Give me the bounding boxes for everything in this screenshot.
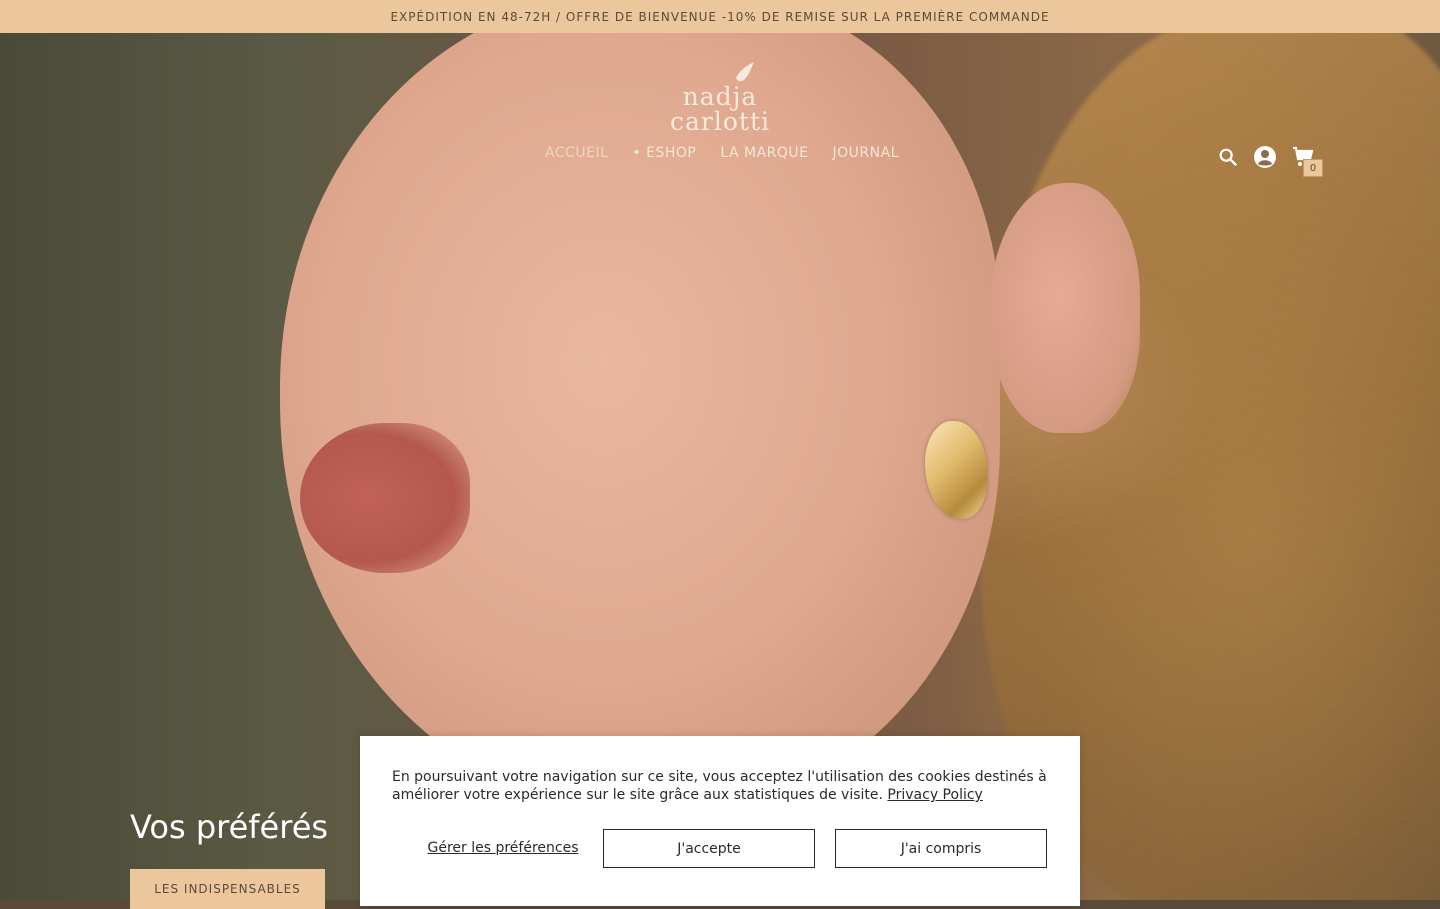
hero-ear — [990, 183, 1140, 433]
cookie-message: En poursuivant votre navigation sur ce s… — [392, 768, 1052, 804]
nav-accueil[interactable]: ACCUEIL — [545, 145, 608, 161]
understood-button[interactable]: J'ai compris — [835, 829, 1047, 868]
search-icon[interactable] — [1217, 146, 1239, 168]
nav-journal[interactable]: JOURNAL — [833, 145, 899, 161]
bird-icon — [736, 62, 754, 82]
brand-logo[interactable]: nadja carlotti — [640, 60, 800, 134]
hero-cta-button[interactable]: LES INDISPENSABLES — [130, 869, 325, 909]
cart-button[interactable]: 0 — [1291, 145, 1323, 177]
announcement-bar: EXPÉDITION EN 48-72H / OFFRE DE BIENVENU… — [0, 0, 1440, 33]
brand-line1: nadja — [682, 82, 758, 111]
nav-la-marque[interactable]: LA MARQUE — [720, 145, 808, 161]
privacy-policy-link[interactable]: Privacy Policy — [887, 787, 982, 803]
header-icons: 0 — [1217, 145, 1323, 177]
hero-lips — [300, 423, 470, 573]
hero-headline: Vos préférés — [130, 808, 329, 846]
brand-line2: carlotti — [670, 107, 770, 136]
manage-preferences-link[interactable]: Gérer les préférences — [392, 829, 614, 867]
main-nav: ACCUEIL • ESHOP LA MARQUE JOURNAL — [545, 145, 899, 161]
cart-count-badge: 0 — [1303, 159, 1323, 177]
nav-eshop[interactable]: • ESHOP — [632, 145, 696, 161]
cookie-banner: En poursuivant votre navigation sur ce s… — [360, 736, 1080, 906]
accept-button[interactable]: J'accepte — [603, 829, 815, 868]
account-icon[interactable] — [1253, 145, 1277, 169]
announcement-text: EXPÉDITION EN 48-72H / OFFRE DE BIENVENU… — [390, 9, 1050, 24]
